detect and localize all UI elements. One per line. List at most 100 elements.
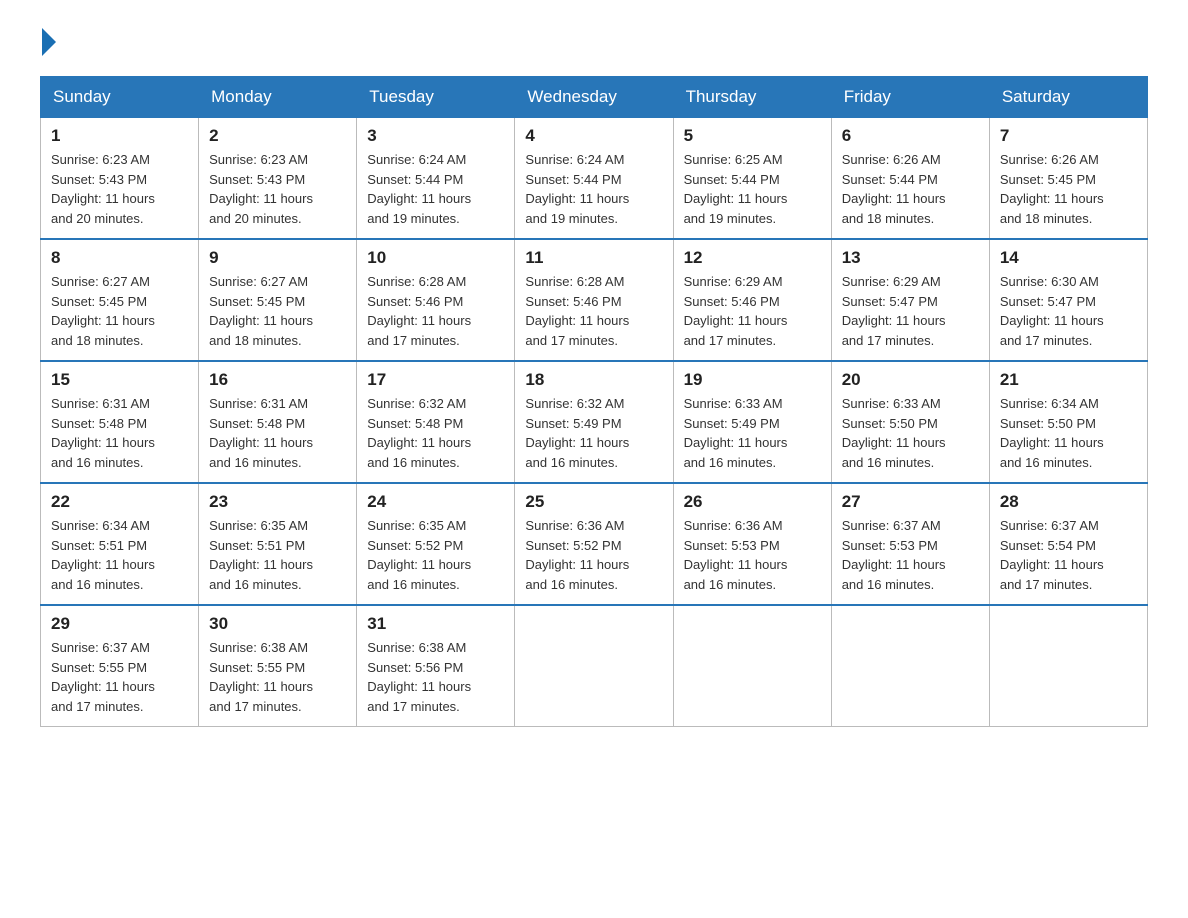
- day-detail: Sunrise: 6:33 AMSunset: 5:50 PMDaylight:…: [842, 394, 979, 472]
- day-number: 21: [1000, 370, 1137, 390]
- weekday-header-row: SundayMondayTuesdayWednesdayThursdayFrid…: [41, 77, 1148, 118]
- day-number: 15: [51, 370, 188, 390]
- calendar-cell: 31Sunrise: 6:38 AMSunset: 5:56 PMDayligh…: [357, 605, 515, 727]
- day-number: 28: [1000, 492, 1137, 512]
- calendar-cell: 27Sunrise: 6:37 AMSunset: 5:53 PMDayligh…: [831, 483, 989, 605]
- day-detail: Sunrise: 6:25 AMSunset: 5:44 PMDaylight:…: [684, 150, 821, 228]
- weekday-header-saturday: Saturday: [989, 77, 1147, 118]
- weekday-header-monday: Monday: [199, 77, 357, 118]
- day-detail: Sunrise: 6:33 AMSunset: 5:49 PMDaylight:…: [684, 394, 821, 472]
- day-detail: Sunrise: 6:34 AMSunset: 5:50 PMDaylight:…: [1000, 394, 1137, 472]
- weekday-header-tuesday: Tuesday: [357, 77, 515, 118]
- day-detail: Sunrise: 6:31 AMSunset: 5:48 PMDaylight:…: [51, 394, 188, 472]
- calendar-week-row: 1 Sunrise: 6:23 AMSunset: 5:43 PMDaylight…: [41, 118, 1148, 240]
- day-detail: Sunrise: 6:37 AMSunset: 5:54 PMDaylight:…: [1000, 516, 1137, 594]
- weekday-header-thursday: Thursday: [673, 77, 831, 118]
- calendar-cell: 25 Sunrise: 6:36 AMSunset: 5:52 PMDayligh…: [515, 483, 673, 605]
- day-detail: Sunrise: 6:38 AMSunset: 5:56 PMDaylight:…: [367, 638, 504, 716]
- calendar-week-row: 8 Sunrise: 6:27 AMSunset: 5:45 PMDaylight…: [41, 239, 1148, 361]
- day-detail: Sunrise: 6:23 AMSunset: 5:43 PMDaylight:…: [51, 150, 188, 228]
- day-detail: Sunrise: 6:26 AMSunset: 5:45 PMDaylight:…: [1000, 150, 1137, 228]
- page-header: [40, 30, 1148, 56]
- calendar-cell: [831, 605, 989, 727]
- calendar-cell: 16 Sunrise: 6:31 AMSunset: 5:48 PMDayligh…: [199, 361, 357, 483]
- day-detail: Sunrise: 6:30 AMSunset: 5:47 PMDaylight:…: [1000, 272, 1137, 350]
- day-number: 23: [209, 492, 346, 512]
- day-number: 16: [209, 370, 346, 390]
- day-detail: Sunrise: 6:27 AMSunset: 5:45 PMDaylight:…: [209, 272, 346, 350]
- day-number: 22: [51, 492, 188, 512]
- logo-text: [40, 30, 56, 56]
- calendar-cell: [515, 605, 673, 727]
- calendar-cell: 21 Sunrise: 6:34 AMSunset: 5:50 PMDayligh…: [989, 361, 1147, 483]
- day-detail: Sunrise: 6:37 AMSunset: 5:55 PMDaylight:…: [51, 638, 188, 716]
- day-detail: Sunrise: 6:24 AMSunset: 5:44 PMDaylight:…: [525, 150, 662, 228]
- day-number: 26: [684, 492, 821, 512]
- day-number: 5: [684, 126, 821, 146]
- day-number: 6: [842, 126, 979, 146]
- calendar-cell: 24 Sunrise: 6:35 AMSunset: 5:52 PMDayligh…: [357, 483, 515, 605]
- day-number: 14: [1000, 248, 1137, 268]
- day-detail: Sunrise: 6:28 AMSunset: 5:46 PMDaylight:…: [367, 272, 504, 350]
- day-detail: Sunrise: 6:36 AMSunset: 5:53 PMDaylight:…: [684, 516, 821, 594]
- calendar-cell: 19 Sunrise: 6:33 AMSunset: 5:49 PMDayligh…: [673, 361, 831, 483]
- calendar-cell: 29 Sunrise: 6:37 AMSunset: 5:55 PMDayligh…: [41, 605, 199, 727]
- calendar-cell: 2Sunrise: 6:23 AMSunset: 5:43 PMDaylight…: [199, 118, 357, 240]
- calendar-cell: 17 Sunrise: 6:32 AMSunset: 5:48 PMDayligh…: [357, 361, 515, 483]
- day-number: 9: [209, 248, 346, 268]
- day-number: 7: [1000, 126, 1137, 146]
- calendar-cell: 18Sunrise: 6:32 AMSunset: 5:49 PMDayligh…: [515, 361, 673, 483]
- day-detail: Sunrise: 6:38 AMSunset: 5:55 PMDaylight:…: [209, 638, 346, 716]
- day-detail: Sunrise: 6:32 AMSunset: 5:48 PMDaylight:…: [367, 394, 504, 472]
- calendar-cell: 15 Sunrise: 6:31 AMSunset: 5:48 PMDayligh…: [41, 361, 199, 483]
- calendar-cell: [989, 605, 1147, 727]
- calendar-cell: 14 Sunrise: 6:30 AMSunset: 5:47 PMDayligh…: [989, 239, 1147, 361]
- day-number: 8: [51, 248, 188, 268]
- calendar-cell: 6 Sunrise: 6:26 AMSunset: 5:44 PMDaylight…: [831, 118, 989, 240]
- day-detail: Sunrise: 6:31 AMSunset: 5:48 PMDaylight:…: [209, 394, 346, 472]
- day-detail: Sunrise: 6:27 AMSunset: 5:45 PMDaylight:…: [51, 272, 188, 350]
- day-detail: Sunrise: 6:34 AMSunset: 5:51 PMDaylight:…: [51, 516, 188, 594]
- calendar-cell: 13Sunrise: 6:29 AMSunset: 5:47 PMDayligh…: [831, 239, 989, 361]
- day-number: 24: [367, 492, 504, 512]
- calendar-cell: 10Sunrise: 6:28 AMSunset: 5:46 PMDayligh…: [357, 239, 515, 361]
- calendar-cell: 26 Sunrise: 6:36 AMSunset: 5:53 PMDayligh…: [673, 483, 831, 605]
- day-detail: Sunrise: 6:23 AMSunset: 5:43 PMDaylight:…: [209, 150, 346, 228]
- calendar-cell: 11Sunrise: 6:28 AMSunset: 5:46 PMDayligh…: [515, 239, 673, 361]
- weekday-header-sunday: Sunday: [41, 77, 199, 118]
- day-number: 20: [842, 370, 979, 390]
- day-number: 29: [51, 614, 188, 634]
- calendar-cell: 20 Sunrise: 6:33 AMSunset: 5:50 PMDayligh…: [831, 361, 989, 483]
- calendar-cell: [673, 605, 831, 727]
- calendar-cell: 12 Sunrise: 6:29 AMSunset: 5:46 PMDayligh…: [673, 239, 831, 361]
- day-detail: Sunrise: 6:35 AMSunset: 5:51 PMDaylight:…: [209, 516, 346, 594]
- day-number: 12: [684, 248, 821, 268]
- day-number: 18: [525, 370, 662, 390]
- calendar-cell: 23 Sunrise: 6:35 AMSunset: 5:51 PMDayligh…: [199, 483, 357, 605]
- day-detail: Sunrise: 6:29 AMSunset: 5:46 PMDaylight:…: [684, 272, 821, 350]
- day-number: 25: [525, 492, 662, 512]
- day-number: 17: [367, 370, 504, 390]
- day-number: 11: [525, 248, 662, 268]
- day-detail: Sunrise: 6:36 AMSunset: 5:52 PMDaylight:…: [525, 516, 662, 594]
- day-number: 4: [525, 126, 662, 146]
- day-number: 30: [209, 614, 346, 634]
- calendar-cell: 4 Sunrise: 6:24 AMSunset: 5:44 PMDaylight…: [515, 118, 673, 240]
- day-number: 3: [367, 126, 504, 146]
- calendar-cell: 5 Sunrise: 6:25 AMSunset: 5:44 PMDaylight…: [673, 118, 831, 240]
- logo-blue-part: [40, 30, 56, 56]
- weekday-header-wednesday: Wednesday: [515, 77, 673, 118]
- day-number: 1: [51, 126, 188, 146]
- calendar-week-row: 22 Sunrise: 6:34 AMSunset: 5:51 PMDayligh…: [41, 483, 1148, 605]
- logo-arrow-icon: [42, 28, 56, 56]
- day-detail: Sunrise: 6:35 AMSunset: 5:52 PMDaylight:…: [367, 516, 504, 594]
- calendar-cell: 22 Sunrise: 6:34 AMSunset: 5:51 PMDayligh…: [41, 483, 199, 605]
- day-number: 13: [842, 248, 979, 268]
- day-detail: Sunrise: 6:26 AMSunset: 5:44 PMDaylight:…: [842, 150, 979, 228]
- day-detail: Sunrise: 6:37 AMSunset: 5:53 PMDaylight:…: [842, 516, 979, 594]
- calendar-cell: 28 Sunrise: 6:37 AMSunset: 5:54 PMDayligh…: [989, 483, 1147, 605]
- calendar-cell: 1 Sunrise: 6:23 AMSunset: 5:43 PMDaylight…: [41, 118, 199, 240]
- day-detail: Sunrise: 6:24 AMSunset: 5:44 PMDaylight:…: [367, 150, 504, 228]
- calendar-cell: 7 Sunrise: 6:26 AMSunset: 5:45 PMDaylight…: [989, 118, 1147, 240]
- day-number: 19: [684, 370, 821, 390]
